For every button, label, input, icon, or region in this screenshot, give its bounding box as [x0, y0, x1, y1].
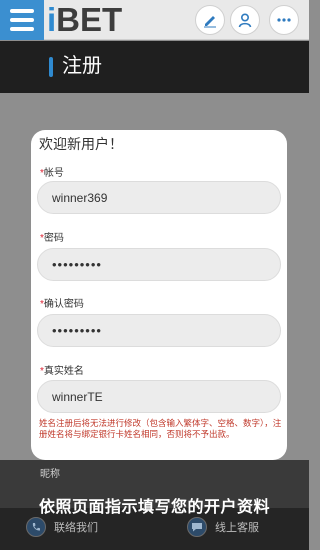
- app-logo: iBET: [47, 1, 123, 38]
- chat-icon: [187, 517, 207, 537]
- register-form: 欢迎新用户！ *帐号 winner369 *密码 ••••••••• *确认密码…: [31, 130, 287, 460]
- title-bar: [0, 41, 309, 93]
- nickname-label: 昵称: [40, 469, 60, 480]
- contact-us-button[interactable]: 联络我们: [26, 517, 98, 537]
- top-bar: iBET: [0, 0, 309, 40]
- more-icon[interactable]: [269, 5, 299, 35]
- contact-us-label: 联络我们: [54, 522, 98, 534]
- real-name-label: *真实姓名: [40, 366, 84, 377]
- caption-text: 依照页面指示填写您的开户资料: [38, 499, 270, 516]
- title-accent: [49, 57, 53, 77]
- online-service-label: 线上客服: [215, 522, 259, 534]
- password-label: *密码: [40, 233, 64, 244]
- confirm-password-label: *确认密码: [40, 299, 84, 310]
- name-warning-note: 姓名注册后将无法进行修改（包含输入繁体字、空格、数字），注册姓名将与绑定银行卡姓…: [39, 418, 282, 439]
- password-input[interactable]: •••••••••: [37, 248, 281, 281]
- edit-icon[interactable]: [195, 5, 225, 35]
- phone-icon: [26, 517, 46, 537]
- account-label: *帐号: [40, 168, 64, 179]
- account-input[interactable]: winner369: [37, 181, 281, 214]
- menu-icon[interactable]: [0, 0, 44, 40]
- page-title: 注册: [62, 55, 102, 77]
- real-name-input[interactable]: winnerTE: [37, 380, 281, 413]
- user-icon[interactable]: [230, 5, 260, 35]
- confirm-password-input[interactable]: •••••••••: [37, 314, 281, 347]
- welcome-text: 欢迎新用户！: [39, 136, 123, 152]
- online-service-button[interactable]: 线上客服: [187, 517, 259, 537]
